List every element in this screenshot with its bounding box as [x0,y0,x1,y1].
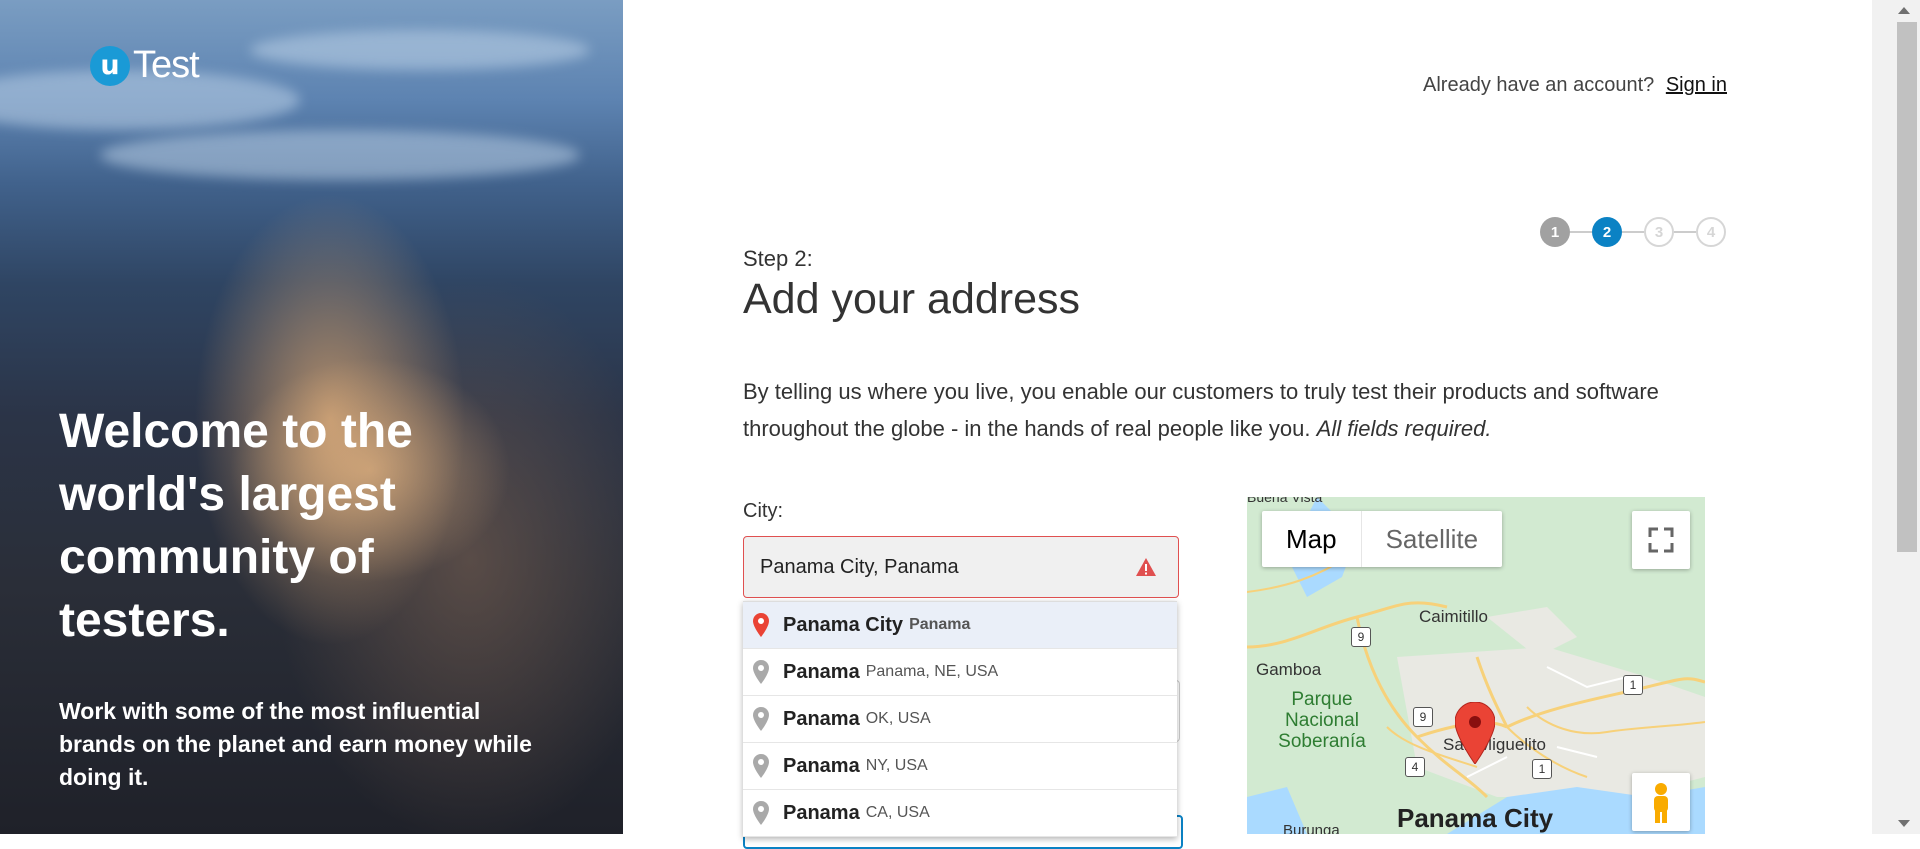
hero-cloud [100,130,580,180]
warning-icon [1136,558,1156,576]
map-place-label: Burunga [1283,822,1340,834]
sign-in-link[interactable]: Sign in [1666,74,1727,96]
hero-cloud [250,30,590,70]
step-3: 3 [1644,217,1674,247]
suggestion-item[interactable]: Panama NY, USA [743,743,1177,790]
map-place-label: Buena Vista [1247,497,1323,505]
location-map[interactable]: 9 1 9 4 1 Buena Vista Caimitillo Gamboa … [1247,497,1705,834]
progress-stepper: 1 2 3 4 [1540,217,1728,247]
location-pin-icon [753,754,769,778]
logo-badge: u [90,45,130,86]
hero-subtext: Work with some of the most influential b… [59,698,532,790]
location-pin-icon [753,660,769,684]
scroll-up-arrow-icon[interactable] [1898,7,1910,14]
city-input[interactable] [743,536,1179,598]
map-city-label: Panama City [1397,803,1554,833]
page-scrollbar[interactable] [1872,0,1920,834]
map-view-button[interactable]: Map [1262,511,1361,567]
description-text: By telling us where you live, you enable… [743,379,1659,441]
step-label: Step 2: [743,246,813,271]
street-view-button[interactable] [1632,773,1690,831]
stepper-connector [1622,231,1644,233]
location-pin-icon [753,707,769,731]
city-label: City: [743,500,783,522]
map-place-label: Caimitillo [1419,607,1488,626]
suggestion-main: Panama City [783,613,904,636]
route-shield: 9 [1351,627,1371,647]
suggestion-secondary: CA, USA [865,804,930,821]
stepper-connector [1674,231,1696,233]
step-2: 2 [1592,217,1622,247]
route-shield: 1 [1532,759,1552,779]
stepper-connector [1570,231,1592,233]
map-park-label: Parque Nacional Soberanía [1278,689,1366,752]
pegman-icon [1654,783,1668,823]
suggestion-secondary: OK, USA [865,710,931,727]
suggestion-secondary: Panama, NE, USA [865,663,999,680]
suggestion-item[interactable]: Panama Panama, NE, USA [743,649,1177,696]
step-4: 4 [1696,217,1726,247]
suggestion-main: Panama [783,754,860,777]
route-shield: 9 [1413,707,1433,727]
hero-headline: Welcome to the world's largest community… [59,405,413,647]
location-pin-icon [753,613,769,637]
suggestion-main: Panama [783,707,860,730]
suggestion-item[interactable]: Panama CA, USA [743,790,1177,837]
satellite-view-button[interactable]: Satellite [1360,511,1503,567]
step-1: 1 [1540,217,1570,247]
page-title: Add your address [743,275,1081,323]
already-text: Already have an account? [1423,74,1655,96]
suggestion-main: Panama [783,801,860,824]
account-prompt: Already have an account? Sign in [1423,74,1727,97]
map-marker-icon[interactable] [1455,702,1495,764]
fullscreen-button[interactable] [1632,511,1690,569]
route-shield: 1 [1623,675,1643,695]
logo-text: Test [133,44,200,86]
map-place-label: Gamboa [1256,660,1322,679]
scrollbar-thumb[interactable] [1897,22,1917,552]
route-shield: 4 [1405,757,1425,777]
suggestion-main: Panama [783,660,860,683]
utest-logo[interactable]: u Test [90,44,200,87]
city-autocomplete-dropdown: Panama City Panama Panama Panama, NE, US… [743,601,1177,837]
fullscreen-icon [1648,527,1674,553]
map-type-control: Map Satellite [1262,511,1503,567]
suggestion-item[interactable]: Panama OK, USA [743,696,1177,743]
fields-required-note: All fields required. [1316,416,1492,441]
suggestion-item[interactable]: Panama City Panama [743,602,1177,649]
scroll-down-arrow-icon[interactable] [1898,820,1910,827]
suggestion-secondary: NY, USA [865,757,928,774]
suggestion-secondary: Panama [909,616,971,633]
form-description: By telling us where you live, you enable… [743,373,1703,447]
hero-panel: u Test Welcome to the world's largest co… [0,0,623,834]
location-pin-icon [753,801,769,825]
